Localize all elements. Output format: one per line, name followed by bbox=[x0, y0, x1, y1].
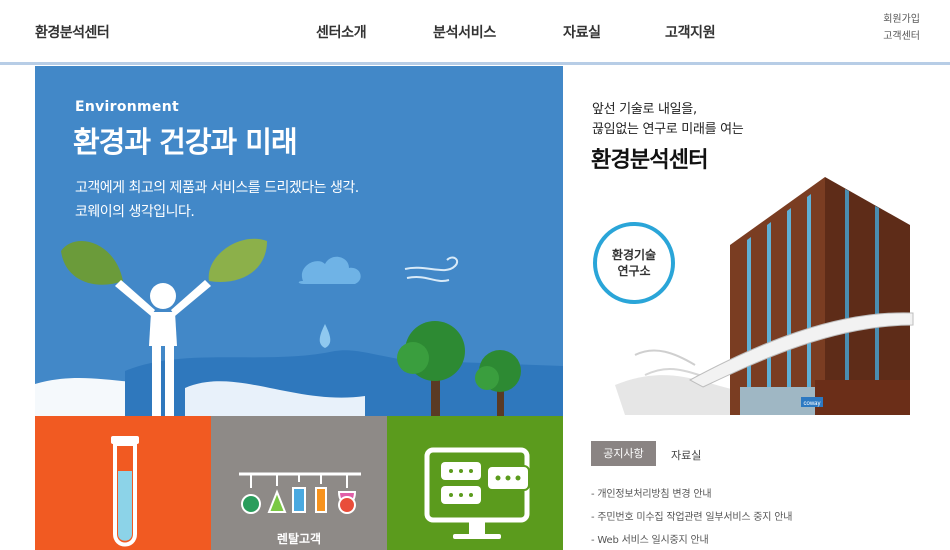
promo-title: 환경분석센터 bbox=[591, 148, 708, 173]
badge-line1: 환경기술 bbox=[611, 248, 657, 262]
notice-item[interactable]: - Web 서비스 일시중지 안내 bbox=[591, 531, 709, 546]
promo-subtitle: 앞선 기술로 내일을, 끊임없는 연구로 미래를 여는 bbox=[592, 100, 744, 140]
tab-notice[interactable]: 공지사항 bbox=[591, 441, 656, 466]
hero-title: 환경과 건강과 미래 bbox=[73, 125, 298, 159]
tile-rental-label: 렌탈고객 bbox=[276, 532, 322, 546]
notice-item[interactable]: - 주민번호 미수집 작업관련 일부서비스 중지 안내 bbox=[591, 508, 792, 523]
nav-center-intro[interactable]: 센터소개 bbox=[316, 22, 367, 42]
nav-resources[interactable]: 자료실 bbox=[563, 22, 601, 42]
tile-analysis-request[interactable] bbox=[35, 416, 211, 550]
site-header: 환경분석센터 센터소개 분석서비스 자료실 고객지원 회원가입 고객센터 bbox=[0, 0, 950, 63]
hero-desc-line1: 고객에게 최고의 제품과 서비스를 드리겠다는 생각. bbox=[75, 180, 359, 196]
site-logo[interactable]: 환경분석센터 bbox=[35, 22, 110, 42]
tab-resources[interactable]: 자료실 bbox=[671, 447, 701, 463]
tile-online-consult[interactable] bbox=[387, 416, 563, 550]
notice-item[interactable]: - 개인정보처리방침 변경 안내 bbox=[591, 485, 712, 500]
hero-eyebrow: Environment bbox=[75, 99, 179, 115]
badge-line2: 연구소 bbox=[617, 264, 651, 278]
test-tube-icon bbox=[111, 436, 139, 547]
nav-customer-support[interactable]: 고객지원 bbox=[665, 22, 716, 42]
chat-monitor-icon bbox=[424, 447, 530, 539]
promo-sub-line1: 앞선 기술로 내일을, bbox=[592, 102, 697, 117]
nav-analysis-service[interactable]: 분석서비스 bbox=[433, 22, 496, 42]
signup-link[interactable]: 회원가입 bbox=[883, 10, 920, 25]
research-lab-badge[interactable]: 환경기술 연구소 bbox=[593, 222, 675, 304]
tile-rental-customer[interactable]: 렌탈고객 bbox=[211, 416, 387, 550]
header-divider bbox=[0, 62, 950, 65]
customer-center-link[interactable]: 고객센터 bbox=[883, 27, 920, 42]
hero-banner: Environment 환경과 건강과 미래 고객에게 최고의 제품과 서비스를… bbox=[35, 66, 563, 416]
building-sign: coway bbox=[803, 401, 820, 407]
hero-desc-line2: 코웨이의 생각입니다. bbox=[75, 204, 195, 220]
promo-sub-line2: 끊임없는 연구로 미래를 여는 bbox=[592, 122, 744, 137]
hero-description: 고객에게 최고의 제품과 서비스를 드리겠다는 생각. 코웨이의 생각입니다. bbox=[75, 176, 359, 224]
